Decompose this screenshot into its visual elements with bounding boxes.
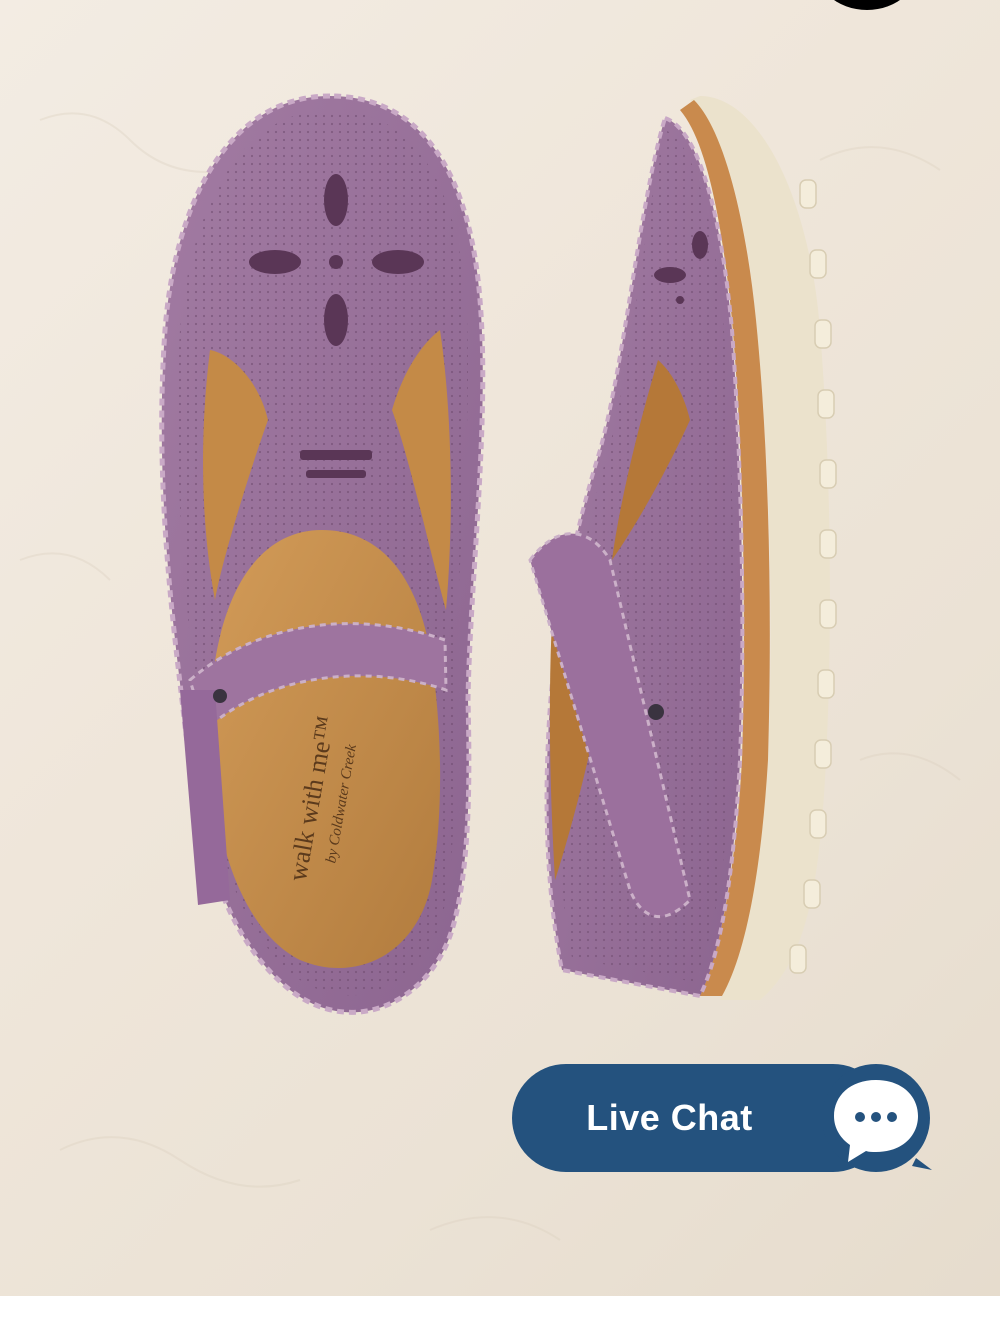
bottom-strip (0, 1296, 1000, 1333)
right-shoe (528, 96, 837, 1000)
product-page: walk with me™ by Coldwater Creek Live Ch… (0, 0, 1000, 1333)
chat-bubble-icon[interactable] (820, 1062, 932, 1174)
live-chat-label: Live Chat (586, 1097, 753, 1138)
live-chat-button[interactable]: Live Chat (512, 1062, 932, 1174)
left-shoe: walk with me™ by Coldwater Creek (159, 93, 486, 1015)
